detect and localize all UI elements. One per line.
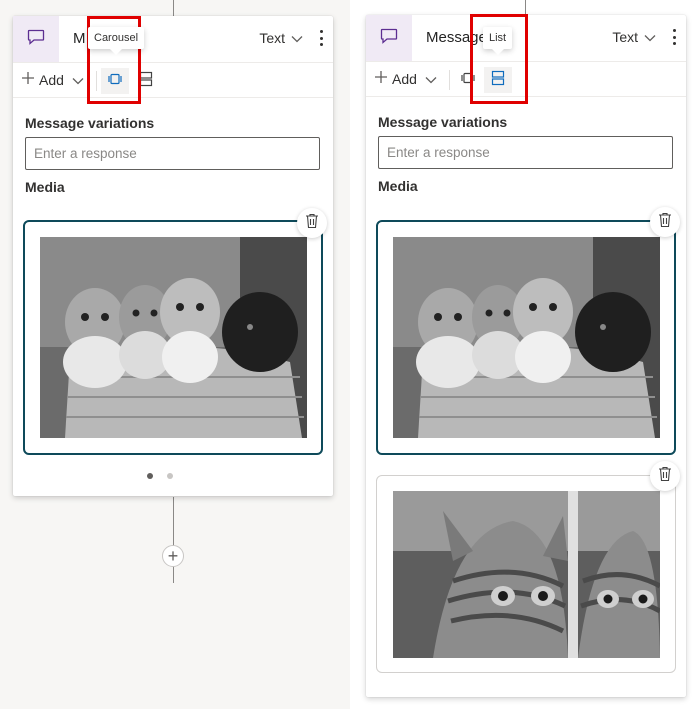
- response-input[interactable]: [25, 137, 320, 170]
- message-variations-label: Message variations: [378, 114, 508, 130]
- media-item[interactable]: [376, 475, 676, 673]
- media-item[interactable]: [376, 220, 676, 455]
- add-button-label: Add: [39, 71, 64, 88]
- more-vertical-icon[interactable]: [670, 27, 678, 47]
- add-node-button[interactable]: +: [162, 545, 184, 567]
- chevron-down-icon: [644, 29, 656, 45]
- chat-bubble-icon: [380, 28, 398, 49]
- message-node-card-list: Message Text Add Message variations Ente…: [366, 15, 686, 697]
- list-tooltip: List: [483, 27, 513, 55]
- response-input[interactable]: [378, 136, 673, 169]
- carousel-dot-2[interactable]: [167, 473, 173, 479]
- kitten-with-reflection-image: [393, 491, 660, 658]
- chevron-down-icon: [291, 30, 303, 46]
- chat-bubble-icon: [27, 29, 45, 50]
- media-item[interactable]: [23, 220, 323, 455]
- plus-icon: [21, 71, 35, 88]
- toolbar-divider: [449, 70, 450, 90]
- media-label: Media: [25, 179, 65, 195]
- trash-icon: [305, 213, 319, 234]
- trash-icon: [658, 466, 672, 487]
- message-variations-label: Message variations: [25, 115, 155, 131]
- delete-media-button[interactable]: [650, 207, 680, 237]
- add-button-label: Add: [392, 70, 417, 87]
- kittens-in-basket-image: [40, 237, 307, 438]
- card-toolbar: Add: [13, 63, 333, 98]
- chevron-down-icon: [72, 72, 84, 88]
- carousel-dot-1[interactable]: [147, 473, 153, 479]
- carousel-tooltip: Carousel: [88, 27, 145, 55]
- chevron-down-icon: [425, 71, 437, 87]
- trash-icon: [658, 212, 672, 233]
- message-type-value: Text: [259, 30, 285, 46]
- delete-media-button[interactable]: [650, 461, 680, 491]
- message-node-card-carousel: M Text Add Message variations Enter a re…: [13, 16, 333, 496]
- media-label: Media: [378, 178, 418, 194]
- add-button[interactable]: Add: [21, 71, 84, 88]
- list-icon: [139, 71, 153, 92]
- message-type-select[interactable]: Text: [259, 30, 303, 46]
- carousel-pagination: [147, 473, 173, 479]
- card-header: M Text: [13, 16, 333, 63]
- flow-connector-bottom: [173, 497, 174, 583]
- message-type-value: Text: [612, 29, 638, 45]
- add-button[interactable]: Add: [374, 70, 437, 87]
- more-vertical-icon[interactable]: [317, 28, 325, 48]
- message-type-icon-box: [13, 16, 59, 62]
- plus-icon: [374, 70, 388, 87]
- delete-media-button[interactable]: [297, 208, 327, 238]
- card-title[interactable]: M: [73, 30, 86, 47]
- message-type-icon-box: [366, 15, 412, 61]
- flow-connector-top: [173, 0, 174, 16]
- message-type-select[interactable]: Text: [612, 29, 656, 45]
- kittens-in-basket-image: [393, 237, 660, 438]
